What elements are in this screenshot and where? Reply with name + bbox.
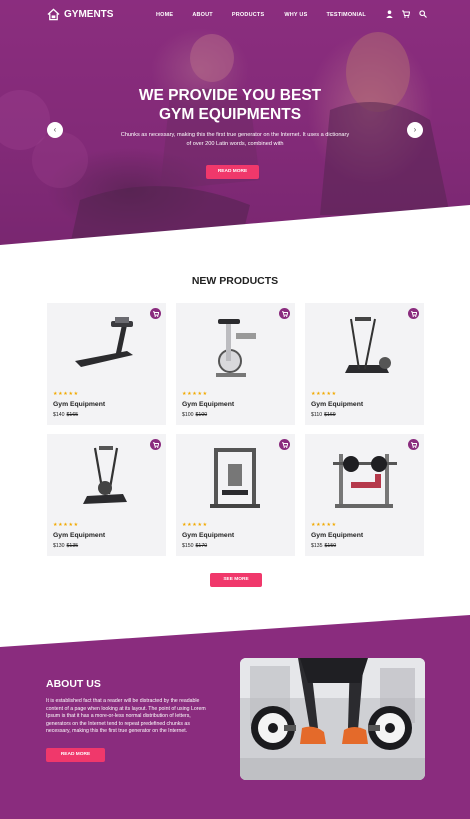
nav-about[interactable]: ABOUT [192,12,213,18]
dumbbell-photo [240,658,425,780]
product-price: $110 $169 [311,412,336,418]
product-price: $140 $165 [53,412,78,418]
product-card[interactable]: ★★★★★ Gym Equipment $140 $165 [47,303,166,425]
hero-title-line-1: WE PROVIDE YOU BEST [138,87,322,104]
hero-section: GYMENTS HOME ABOUT PRODUCTS WHY US TESTI… [0,0,470,245]
nav-why-us[interactable]: WHY US [284,12,307,18]
about-text-line-2: content of a page when looking at its la… [46,705,206,712]
hero-prev-arrow-icon[interactable]: ‹ [47,122,63,138]
hero-title: WE PROVIDE YOU BEST GYM EQUIPMENTS [0,86,460,124]
add-to-cart-icon[interactable] [408,439,419,450]
logo-text: GYMENTS [64,9,114,20]
product-card[interactable]: ★★★★★ Gym Equipment $150 $170 [176,434,295,556]
product-name[interactable]: Gym Equipment [311,532,363,539]
about-text-line-5: necessary, making this the first true ge… [46,728,188,735]
user-icon[interactable] [386,10,393,18]
product-card[interactable]: ★★★★★ Gym Equipment $100 $100 [176,303,295,425]
products-section-title: NEW PRODUCTS [191,275,279,287]
product-image-treadmill[interactable] [67,313,147,383]
search-icon[interactable] [419,10,427,18]
product-name[interactable]: Gym Equipment [311,401,363,408]
about-text-line-1: It is established fact that a reader wil… [46,698,200,704]
old-price: $135 [66,543,79,549]
product-image-cable-machine[interactable] [196,444,276,514]
current-price: $110 [311,412,323,418]
product-image-bench-press[interactable] [325,444,405,514]
current-price: $135 [311,543,323,549]
current-price: $150 [182,543,194,549]
product-image-elliptical[interactable] [325,313,405,383]
current-price: $100 [182,412,194,418]
cart-icon[interactable] [402,10,410,18]
old-price: $170 [195,543,208,549]
old-price: $169 [324,412,336,418]
product-image-elliptical-trainer[interactable] [67,444,147,514]
hero-description-line-2: of over 200 Latin words, combined with [186,141,284,147]
product-name[interactable]: Gym Equipment [182,401,234,408]
old-price: $150 [324,543,337,549]
product-image-exercise-bike[interactable] [196,313,276,383]
product-name[interactable]: Gym Equipment [53,401,105,408]
current-price: $140 [53,412,65,418]
product-card[interactable]: ★★★★★ Gym Equipment $130 $135 [47,434,166,556]
see-more-button[interactable]: SEE MORE [210,573,262,587]
product-name[interactable]: Gym Equipment [53,532,105,539]
add-to-cart-icon[interactable] [150,439,161,450]
add-to-cart-icon[interactable] [150,308,161,319]
logo[interactable]: GYMENTS [47,8,113,21]
rating-stars: ★★★★★ [311,522,337,528]
current-price: $130 [53,543,65,549]
house-logo-icon [47,8,60,21]
hero-read-more-button[interactable]: READ MORE [206,165,259,179]
about-title: ABOUT US [46,678,101,690]
about-text-line-3: Ipsum is that it has a more-or-less norm… [46,713,191,720]
hero-description: Chunks as necessary, making this the fir… [104,131,366,149]
nav-testimonial[interactable]: TESTIMONIAL [326,12,365,18]
product-name[interactable]: Gym Equipment [182,532,234,539]
about-text-line-4: generators on the Internet tend to repea… [46,720,190,727]
nav-icons [386,10,427,18]
add-to-cart-icon[interactable] [408,308,419,319]
old-price: $100 [195,412,208,418]
nav-products[interactable]: PRODUCTS [232,12,264,18]
about-text: It is established fact that a reader wil… [46,698,232,736]
product-price: $135 $150 [311,543,336,549]
nav-links: HOME ABOUT PRODUCTS WHY US TESTIMONIAL [156,12,366,18]
hero-title-line-2: GYM EQUIPMENTS [158,106,302,123]
product-price: $130 $135 [53,543,78,549]
about-read-more-button[interactable]: READ MORE [46,748,105,762]
rating-stars: ★★★★★ [311,391,337,397]
top-navigation: GYMENTS HOME ABOUT PRODUCTS WHY US TESTI… [0,0,470,30]
hero-next-arrow-icon[interactable]: › [407,122,423,138]
rating-stars: ★★★★★ [182,391,208,397]
hero-description-line-1: Chunks as necessary, making this the fir… [120,132,350,138]
nav-home[interactable]: HOME [156,12,173,18]
add-to-cart-icon[interactable] [279,439,290,450]
add-to-cart-icon[interactable] [279,308,290,319]
product-price: $100 $100 [182,412,207,418]
product-card[interactable]: ★★★★★ Gym Equipment $135 $150 [305,434,424,556]
rating-stars: ★★★★★ [53,522,79,528]
about-image-dumbbells [240,658,425,780]
old-price: $165 [66,412,79,418]
rating-stars: ★★★★★ [182,522,208,528]
product-card[interactable]: ★★★★★ Gym Equipment $110 $169 [305,303,424,425]
page: GYMENTS HOME ABOUT PRODUCTS WHY US TESTI… [0,0,470,819]
product-price: $150 $170 [182,543,207,549]
rating-stars: ★★★★★ [53,391,79,397]
